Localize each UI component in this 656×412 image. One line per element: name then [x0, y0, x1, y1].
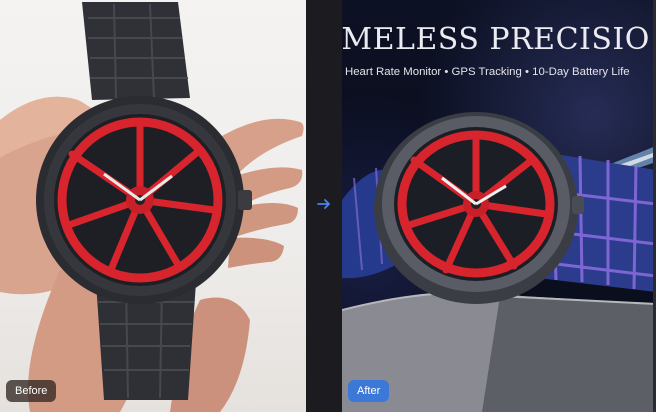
arrow-right-icon	[317, 199, 330, 209]
after-product-render	[342, 112, 656, 412]
after-feature-subline: Heart Rate Monitor • GPS Tracking • 10-D…	[345, 66, 630, 78]
after-label-badge: After	[348, 380, 390, 402]
before-product-photo	[0, 2, 304, 412]
after-image-panel[interactable]: IMELESS PRECISIO Heart Rate Monitor • GP…	[342, 0, 656, 412]
before-label-badge: Before	[6, 380, 57, 402]
before-after-comparison: Before IMELESS PRECISIO Heart Rate Monit…	[0, 0, 656, 412]
after-headline: IMELESS PRECISIO	[342, 22, 650, 57]
before-image-panel[interactable]: Before	[0, 0, 306, 412]
